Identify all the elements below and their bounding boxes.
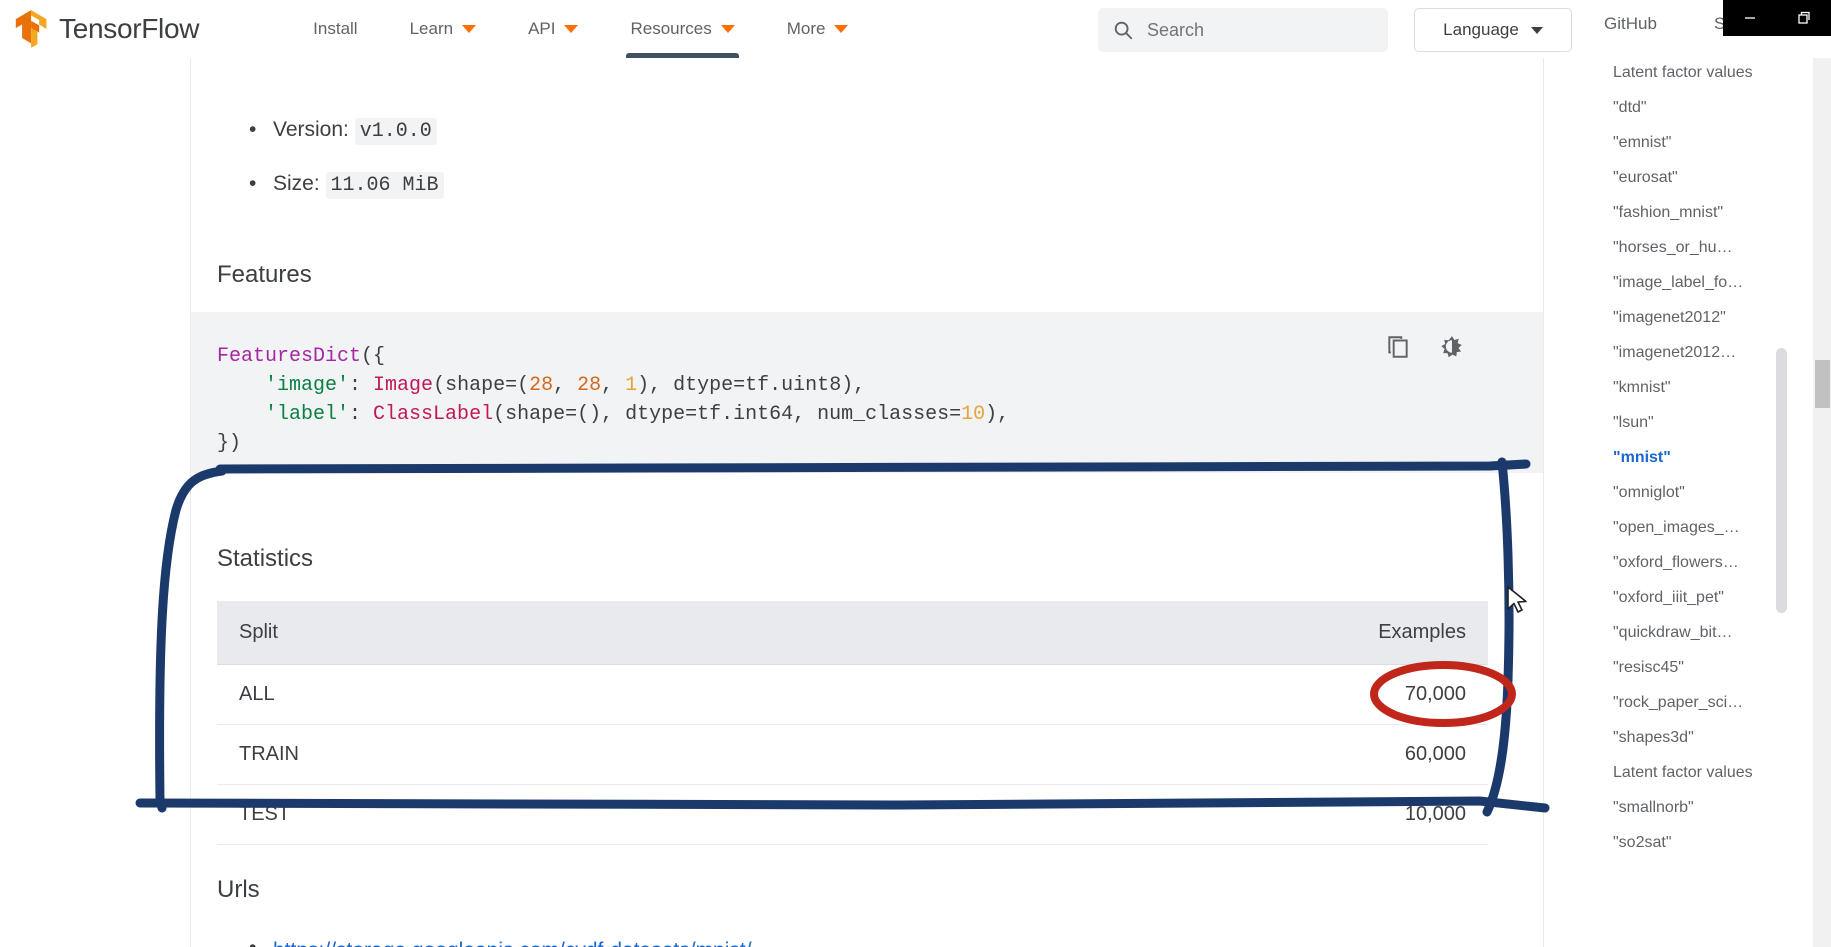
dataset-url-link[interactable]: https://storage.googleapis.com/cvdf-data… <box>273 939 752 947</box>
search-input[interactable] <box>1147 19 1374 41</box>
brightness-icon[interactable] <box>1439 334 1465 360</box>
tensorflow-logo-icon <box>15 9 47 48</box>
chevron-down-icon <box>462 24 477 33</box>
nav-item-label: More <box>786 18 826 38</box>
language-label: Language <box>1443 20 1519 39</box>
column-header-examples: Examples <box>777 601 1488 665</box>
nav-item-install[interactable]: Install <box>287 0 383 58</box>
nav-item-label: Learn <box>409 18 454 38</box>
sidebar-item[interactable]: "so2sat" <box>1613 832 1783 853</box>
table-row: TRAIN 60,000 <box>217 724 1488 785</box>
sidebar-item[interactable]: "emnist" <box>1613 132 1783 153</box>
nav-item-label: Resources <box>630 18 712 38</box>
meta-value: 11.06 MiB <box>325 172 444 199</box>
meta-value: v1.0.0 <box>354 118 437 145</box>
sidebar-item[interactable]: "dtd" <box>1613 97 1783 118</box>
window-controls <box>1723 0 1831 36</box>
cell-examples: 70,000 <box>777 664 1488 725</box>
chevron-down-icon <box>834 24 849 33</box>
features-heading: Features <box>217 261 312 288</box>
restore-icon <box>1798 11 1810 24</box>
urls-heading: Urls <box>217 876 260 903</box>
nav-item-learn[interactable]: Learn <box>384 0 502 58</box>
list-item: Version: v1.0.0 <box>217 104 444 158</box>
cell-split: ALL <box>217 664 778 725</box>
sidebar-item[interactable]: "horses_or_hu… <box>1613 237 1783 258</box>
meta-label: Version: <box>273 118 349 141</box>
sidebar-item[interactable]: "quickdraw_bit… <box>1613 622 1783 643</box>
page-scrollbar-track[interactable] <box>1813 40 1831 947</box>
features-code-block: FeaturesDict({ 'image': Image(shape=(28,… <box>191 312 1543 473</box>
restore-button[interactable] <box>1789 3 1819 33</box>
top-navigation-bar: TensorFlow Install Learn API Resources M… <box>0 0 1831 58</box>
nav-item-label: Install <box>313 18 358 38</box>
cell-split: TRAIN <box>217 724 778 785</box>
list-item: Size: 11.06 MiB <box>217 158 444 212</box>
main-content: Version: v1.0.0 Size: 11.06 MiB Features <box>191 58 1543 947</box>
sidebar-item[interactable]: "imagenet2012… <box>1613 342 1783 363</box>
statistics-heading: Statistics <box>217 545 314 572</box>
dataset-meta-list: Version: v1.0.0 Size: 11.06 MiB <box>217 104 444 212</box>
search-icon <box>1114 21 1133 40</box>
mouse-cursor-icon <box>1507 586 1527 613</box>
nav-item-label: API <box>528 18 556 38</box>
statistics-table: Split Examples ALL 70,000 TRAIN 60,000 T… <box>217 601 1488 845</box>
sidebar-item[interactable]: "imagenet2012" <box>1613 307 1783 328</box>
sidebar-item[interactable]: "fashion_mnist" <box>1613 202 1783 223</box>
cell-examples: 60,000 <box>777 724 1488 785</box>
sidebar-item[interactable]: "rock_paper_sci… <box>1613 692 1783 713</box>
sidebar-scrollbar-thumb[interactable] <box>1776 348 1787 613</box>
urls-list: https://storage.googleapis.com/cvdf-data… <box>217 933 752 947</box>
cell-examples: 10,000 <box>777 784 1488 845</box>
copy-icon[interactable] <box>1385 334 1411 360</box>
app-root: TensorFlow Install Learn API Resources M… <box>0 0 1831 947</box>
nav-item-resources[interactable]: Resources <box>604 0 760 58</box>
sidebar-item[interactable]: "omniglot" <box>1613 482 1783 503</box>
brand-logo-link[interactable]: TensorFlow <box>14 9 200 48</box>
sidebar-item[interactable]: "smallnorb" <box>1613 797 1783 818</box>
sidebar-item[interactable]: "kmnist" <box>1613 377 1783 398</box>
search-box[interactable] <box>1098 8 1388 52</box>
chevron-down-icon <box>1530 26 1543 34</box>
sidebar-item[interactable]: "oxford_flowers… <box>1613 552 1783 573</box>
column-header-split: Split <box>217 601 778 665</box>
nav-item-more[interactable]: More <box>761 0 875 58</box>
page-scrollbar-thumb[interactable] <box>1815 360 1830 408</box>
sidebar-item[interactable]: "open_images_… <box>1613 517 1783 538</box>
sidebar-item[interactable]: Latent factor values <box>1613 62 1783 83</box>
nav-item-api[interactable]: API <box>502 0 604 58</box>
language-selector[interactable]: Language <box>1414 8 1572 52</box>
sidebar-item[interactable]: "mnist" <box>1613 447 1783 468</box>
nav-items: Install Learn API Resources More <box>287 0 874 58</box>
brand-name: TensorFlow <box>59 12 200 44</box>
sidebar-item[interactable]: "shapes3d" <box>1613 727 1783 748</box>
sidebar-item[interactable]: Latent factor values <box>1613 762 1783 783</box>
features-code-text: FeaturesDict({ 'image': Image(shape=(28,… <box>217 345 1010 455</box>
table-header-row: Split Examples <box>217 601 1488 665</box>
sidebar-dataset-list: Latent factor values "dtd" "emnist" "eurosa… <box>1613 62 1783 867</box>
cell-split: TEST <box>217 784 778 845</box>
meta-label: Size: <box>273 172 320 195</box>
content-right-rule <box>1543 58 1544 947</box>
sidebar-item[interactable]: "resisc45" <box>1613 657 1783 678</box>
minimize-icon <box>1745 17 1755 19</box>
minimize-button[interactable] <box>1735 3 1765 33</box>
list-item: https://storage.googleapis.com/cvdf-data… <box>217 933 752 947</box>
sidebar-item[interactable]: "image_label_fo… <box>1613 272 1783 293</box>
chevron-down-icon <box>720 24 735 33</box>
code-block-toolbar <box>1385 334 1465 360</box>
chevron-down-icon <box>564 24 579 33</box>
table-row: TEST 10,000 <box>217 784 1488 845</box>
sidebar-item[interactable]: "lsun" <box>1613 412 1783 433</box>
github-link[interactable]: GitHub <box>1604 14 1657 34</box>
table-row: ALL 70,000 <box>217 664 1488 725</box>
sidebar-item[interactable]: "oxford_iiit_pet" <box>1613 587 1783 608</box>
sidebar-item[interactable]: "eurosat" <box>1613 167 1783 188</box>
